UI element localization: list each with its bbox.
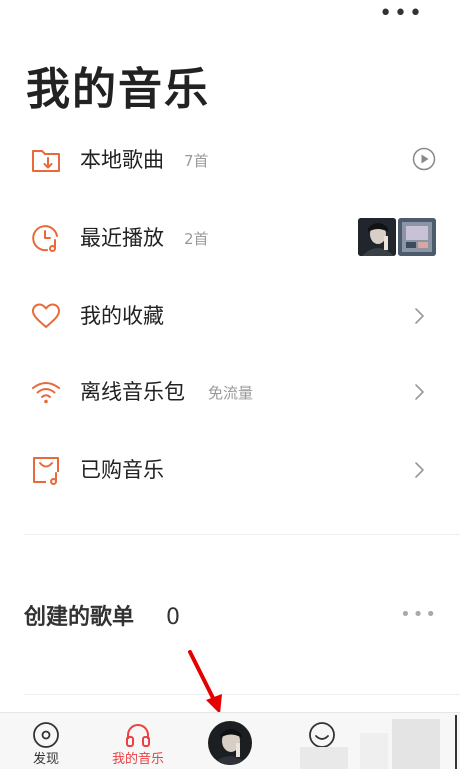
wifi-icon xyxy=(32,382,60,404)
menu-item-count: 2首 xyxy=(184,230,209,248)
menu-item-label: 我的收藏 xyxy=(80,304,164,328)
divider xyxy=(24,694,460,695)
chevron-right-icon xyxy=(415,308,424,324)
clock-music-icon xyxy=(32,225,58,252)
section-title-created-playlists: 创建的歌单 xyxy=(24,605,135,630)
edge-line xyxy=(455,715,457,769)
disc-icon xyxy=(33,722,59,748)
annotation-arrow xyxy=(188,650,222,714)
tab-my-music[interactable]: 我的音乐 xyxy=(98,713,178,769)
menu-item-favorites[interactable]: 我的收藏 xyxy=(0,286,460,346)
page-title: 我的音乐 xyxy=(26,64,210,115)
tab-label: 发现 xyxy=(32,752,59,767)
menu-item-badge: 免流量 xyxy=(208,384,254,402)
tab-label: 我的音乐 xyxy=(111,752,164,767)
recent-thumbnail xyxy=(398,218,436,256)
blurred-region xyxy=(300,747,348,769)
now-playing-cover-image xyxy=(208,721,252,765)
now-playing-avatar[interactable] xyxy=(208,721,252,765)
blurred-region xyxy=(360,733,388,769)
blurred-region xyxy=(392,719,440,769)
chevron-right-icon xyxy=(415,462,424,478)
more-options-icon[interactable]: ••• xyxy=(379,2,424,26)
smiley-icon xyxy=(309,722,335,748)
headphones-icon xyxy=(126,724,150,747)
menu-item-purchased[interactable]: 已购音乐 xyxy=(0,440,460,500)
shopping-bag-music-icon xyxy=(33,457,59,485)
recent-thumbnail-image xyxy=(398,218,436,256)
app-screen: ••• 我的音乐 本地歌曲 7首 最近播放 2首 我的收藏 离线音乐包 免流量 … xyxy=(0,0,460,769)
menu-item-label: 本地歌曲 xyxy=(80,148,164,172)
heart-icon xyxy=(32,303,60,328)
divider xyxy=(24,534,460,535)
playlist-count: 0 xyxy=(166,605,180,630)
recent-thumbnail xyxy=(358,218,396,256)
menu-item-label: 最近播放 xyxy=(80,226,164,250)
bottom-tab-bar: 发现 我的音乐 xyxy=(0,712,460,769)
tab-discover[interactable]: 发现 xyxy=(6,713,86,769)
play-circle-icon[interactable] xyxy=(412,147,436,171)
recent-thumbnail-image xyxy=(358,218,396,256)
chevron-right-icon xyxy=(415,384,424,400)
menu-item-recent-play[interactable]: 最近播放 2首 xyxy=(0,208,460,268)
folder-download-icon xyxy=(32,150,60,172)
menu-item-label: 离线音乐包 xyxy=(80,380,185,404)
menu-item-label: 已购音乐 xyxy=(80,458,164,482)
menu-item-offline-pack[interactable]: 离线音乐包 免流量 xyxy=(0,362,460,422)
menu-item-local-songs[interactable]: 本地歌曲 7首 xyxy=(0,130,460,190)
more-options-icon[interactable]: ••• xyxy=(400,603,438,627)
menu-item-count: 7首 xyxy=(184,152,209,170)
